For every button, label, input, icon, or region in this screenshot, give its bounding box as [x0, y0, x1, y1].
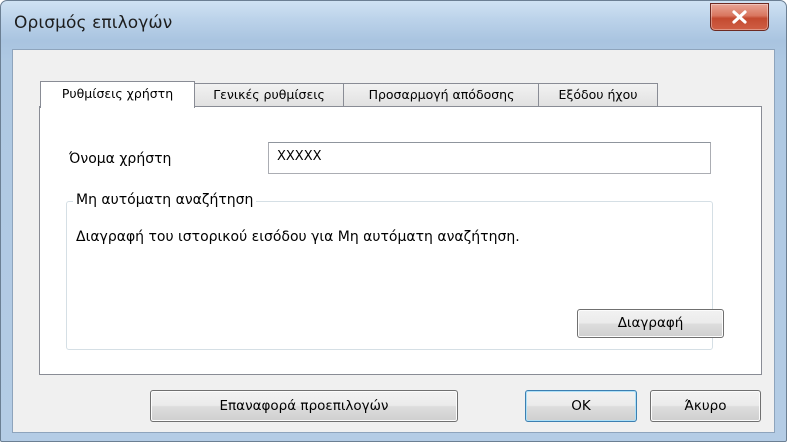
- tab-label: Γενικές ρυθμίσεις: [213, 87, 325, 102]
- tab-audio-output[interactable]: Εξόδου ήχου: [538, 83, 658, 106]
- tab-performance-tuning[interactable]: Προσαρμογή απόδοσης: [343, 83, 540, 106]
- delete-button[interactable]: Διαγραφή: [577, 309, 724, 338]
- user-settings-panel: Όνομα χρήστη XXXXX Μη αυτόματη αναζήτηση…: [39, 106, 762, 375]
- username-input[interactable]: XXXXX: [268, 142, 711, 174]
- reset-defaults-button[interactable]: Επαναφορά προεπιλογών: [150, 390, 458, 422]
- tab-label: Εξόδου ήχου: [558, 87, 638, 102]
- close-button[interactable]: [710, 3, 769, 31]
- close-icon: [732, 10, 747, 24]
- group-title: Μη αυτόματη αναζήτηση: [73, 192, 257, 208]
- username-label: Όνομα χρήστη: [69, 151, 172, 167]
- manual-search-group: Μη αυτόματη αναζήτηση Διαγραφή του ιστορ…: [66, 192, 724, 350]
- tab-label: Προσαρμογή απόδοσης: [368, 87, 515, 102]
- options-dialog: Ορισμός επιλογών Ρυθμίσεις χρήστη Γενικέ…: [0, 0, 787, 442]
- dialog-client-area: Ρυθμίσεις χρήστη Γενικές ρυθμίσεις Προσα…: [12, 49, 775, 433]
- ok-button[interactable]: OK: [525, 390, 637, 422]
- window-title: Ορισμός επιλογών: [14, 13, 173, 33]
- tab-user-settings[interactable]: Ρυθμίσεις χρήστη: [40, 81, 195, 108]
- group-description: Διαγραφή του ιστορικού εισόδου για Μη αυ…: [76, 229, 520, 245]
- cancel-button[interactable]: Άκυρο: [650, 390, 761, 422]
- title-bar[interactable]: Ορισμός επιλογών: [1, 1, 786, 49]
- tab-label: Ρυθμίσεις χρήστη: [61, 86, 174, 101]
- tab-general-settings[interactable]: Γενικές ρυθμίσεις: [193, 83, 345, 106]
